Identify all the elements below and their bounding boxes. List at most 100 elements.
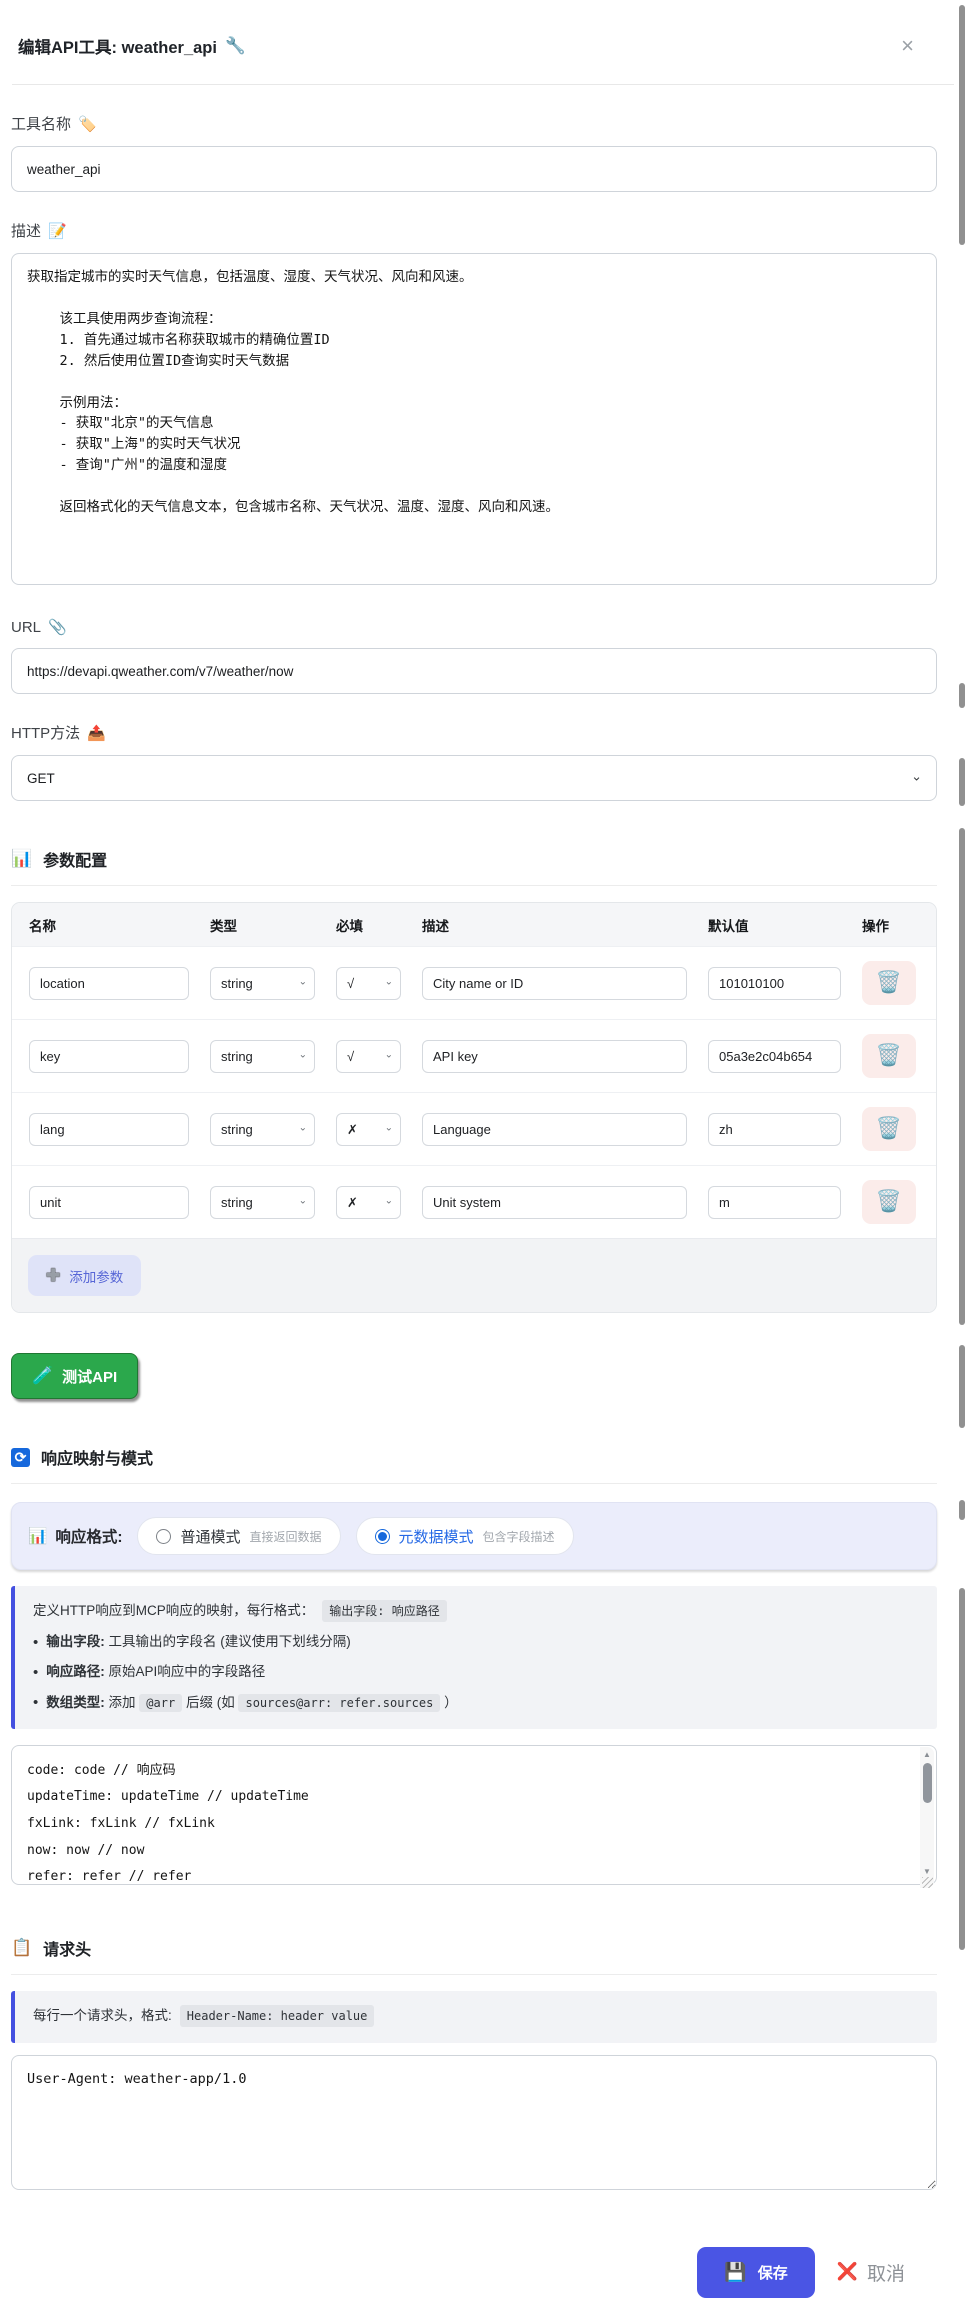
delete-param-button[interactable]: 🗑️ [862, 1107, 916, 1151]
add-param-button[interactable]: ✚ 添加参数 [28, 1255, 141, 1296]
test-api-button[interactable]: 🧪 测试API [11, 1353, 138, 1399]
save-label: 保存 [758, 2262, 788, 2283]
cancel-label: 取消 [867, 2259, 905, 2286]
param-default-input[interactable] [708, 1040, 841, 1073]
arr-suffix-chip: @arr [139, 1694, 182, 1712]
param-row: string⌄ ✗⌄ 🗑️ [12, 1092, 936, 1165]
paperclip-icon: 📎 [48, 618, 67, 636]
page-scrollbar-thumb[interactable] [959, 1500, 965, 1520]
url-input[interactable] [11, 648, 937, 694]
page-scrollbar-thumb[interactable] [959, 1588, 965, 1950]
param-name-input[interactable] [29, 967, 189, 1000]
http-method-label: HTTP方法 📤 [11, 722, 937, 743]
page-scrollbar-thumb[interactable] [959, 683, 965, 708]
delete-param-button[interactable]: 🗑️ [862, 1180, 916, 1224]
test-api-label: 测试API [62, 1366, 117, 1387]
param-name-input[interactable] [29, 1113, 189, 1146]
response-format-label-text: 响应格式: [55, 1525, 122, 1547]
mapping-editor: code: code // 响应码 updateTime: updateTime… [11, 1745, 937, 1890]
response-heading-text: 响应映射与模式 [41, 1445, 153, 1469]
textarea-scrollbar[interactable]: ▲ ▼ [920, 1747, 934, 1888]
bullet-text: 工具输出的字段名 (建议使用下划线分隔) [109, 1634, 351, 1649]
param-desc-input[interactable] [422, 1186, 687, 1219]
red-x-icon: ❌ [837, 2262, 858, 2282]
bullet-term: 响应路径: [46, 1664, 105, 1679]
bullet-term: 输出字段: [46, 1634, 105, 1649]
page-scrollbar-thumb[interactable] [959, 5, 965, 245]
params-heading-text: 参数配置 [43, 847, 107, 871]
param-type-select[interactable]: string [210, 967, 315, 1000]
bar-chart-icon: 📊 [28, 1527, 47, 1546]
tag-icon: 🏷️ [78, 115, 97, 133]
page-title: 编辑API工具: weather_api 🔧 [18, 34, 246, 58]
format-option-label: 元数据模式 [399, 1526, 474, 1547]
cancel-button[interactable]: ❌ 取消 [837, 2259, 905, 2286]
mapping-bullet: • 响应路径: 原始API响应中的字段路径 [33, 1662, 919, 1682]
radio-unselected-icon[interactable] [156, 1529, 171, 1544]
request-headers-textarea[interactable]: User-Agent: weather-app/1.0 [11, 2055, 937, 2190]
format-option-normal[interactable]: 普通模式 直接返回数据 [137, 1517, 340, 1555]
bullet-icon: • [33, 1635, 38, 1650]
param-row: string⌄ ✗⌄ 🗑️ [12, 1165, 936, 1238]
plus-icon: ✚ [46, 1266, 60, 1286]
param-default-input[interactable] [708, 967, 841, 1000]
headers-format-chip: Header-Name: header value [180, 2005, 375, 2027]
param-name-input[interactable] [29, 1040, 189, 1073]
param-default-input[interactable] [708, 1113, 841, 1146]
divider [11, 885, 937, 886]
param-default-input[interactable] [708, 1186, 841, 1219]
param-name-input[interactable] [29, 1186, 189, 1219]
param-desc-input[interactable] [422, 967, 687, 1000]
scroll-up-icon[interactable]: ▲ [923, 1747, 931, 1761]
delete-param-button[interactable]: 🗑️ [862, 961, 916, 1005]
param-required-select[interactable]: ✗ [336, 1186, 401, 1219]
memo-icon: 📝 [48, 222, 67, 240]
headers-heading-text: 请求头 [43, 1936, 91, 1960]
page-scrollbar-thumb[interactable] [959, 758, 965, 806]
params-table-header: 名称 类型 必填 描述 默认值 操作 [12, 903, 936, 946]
bar-chart-icon: 📊 [11, 849, 32, 869]
param-type-select[interactable]: string [210, 1040, 315, 1073]
headers-info-text: 每行一个请求头，格式: [33, 2006, 172, 2026]
trash-icon: 🗑️ [876, 971, 902, 995]
mapping-bullet: • 输出字段: 工具输出的字段名 (建议使用下划线分隔) [33, 1632, 919, 1652]
param-type-select[interactable]: string [210, 1186, 315, 1219]
param-required-select[interactable]: √ [336, 967, 401, 1000]
delete-param-button[interactable]: 🗑️ [862, 1034, 916, 1078]
page-scrollbar-thumb[interactable] [959, 828, 965, 1325]
mapping-textarea[interactable]: code: code // 响应码 updateTime: updateTime… [11, 1745, 937, 1885]
scroll-down-icon[interactable]: ▼ [923, 1866, 931, 1877]
radio-selected-icon[interactable] [375, 1529, 390, 1544]
tool-name-label-text: 工具名称 [11, 113, 71, 134]
description-label: 描述 📝 [11, 220, 937, 241]
add-param-label: 添加参数 [69, 1266, 123, 1286]
param-desc-input[interactable] [422, 1113, 687, 1146]
description-label-text: 描述 [11, 220, 41, 241]
http-method-select[interactable]: GET [11, 755, 937, 801]
param-required-select[interactable]: ✗ [336, 1113, 401, 1146]
params-section-heading: 📊 参数配置 [11, 847, 937, 871]
response-format-panel: 📊 响应格式: 普通模式 直接返回数据 元数据模式 包含字段描述 [11, 1502, 937, 1570]
bullet-icon: • [33, 1665, 38, 1680]
floppy-disk-icon: 💾 [724, 2262, 746, 2283]
close-button[interactable]: × [901, 35, 914, 57]
param-row: string⌄ √⌄ 🗑️ [12, 1019, 936, 1092]
param-desc-input[interactable] [422, 1040, 687, 1073]
scrollbar-thumb[interactable] [923, 1763, 932, 1803]
tool-name-input[interactable] [11, 146, 937, 192]
format-option-metadata[interactable]: 元数据模式 包含字段描述 [356, 1517, 574, 1555]
params-table-footer: ✚ 添加参数 [12, 1238, 936, 1312]
arr-example-chip: sources@arr: refer.sources [238, 1694, 440, 1712]
mapping-info-box: 定义HTTP响应到MCP响应的映射，每行格式： 输出字段: 响应路径 • 输出字… [11, 1586, 937, 1729]
resize-handle[interactable] [922, 1877, 933, 1888]
param-required-select[interactable]: √ [336, 1040, 401, 1073]
bullet-text: 后缀 (如 [186, 1695, 235, 1710]
url-label: URL 📎 [11, 618, 937, 636]
clipboard-icon: 📋 [11, 1938, 32, 1958]
page-scrollbar-thumb[interactable] [959, 1345, 965, 1428]
save-button[interactable]: 💾 保存 [697, 2247, 814, 2298]
col-type: 类型 [210, 915, 315, 935]
description-textarea[interactable]: 获取指定城市的实时天气信息，包括温度、湿度、天气状况、风向和风速。 该工具使用两… [11, 253, 937, 585]
headers-info-box: 每行一个请求头，格式: Header-Name: header value [11, 1991, 937, 2043]
param-type-select[interactable]: string [210, 1113, 315, 1146]
